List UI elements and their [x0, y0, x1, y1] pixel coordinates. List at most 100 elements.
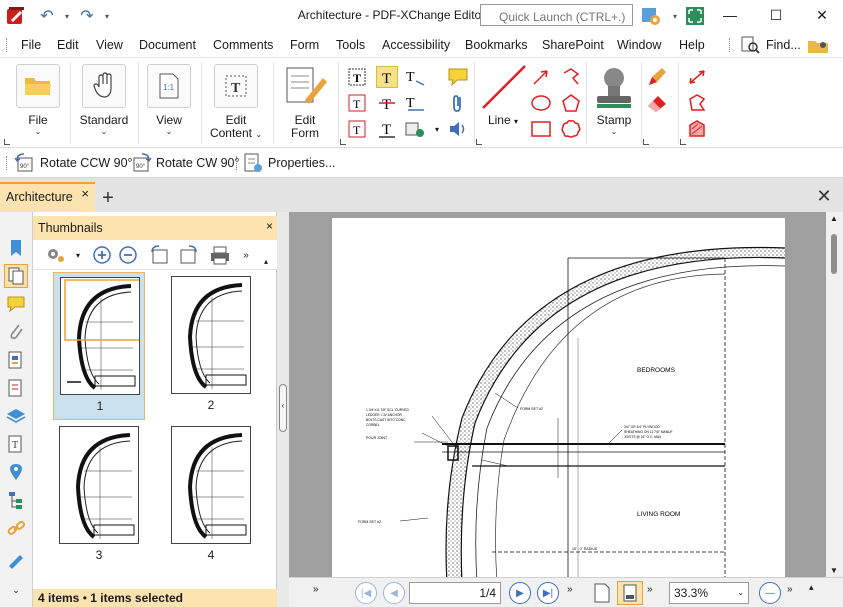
fullscreen-icon[interactable]: [684, 5, 706, 27]
rotate-ccw-button[interactable]: 90° Rotate CCW 90°: [14, 152, 133, 174]
new-tab-button[interactable]: +: [96, 186, 120, 210]
attachments-panel-icon[interactable]: [4, 320, 28, 344]
typewriter-icon[interactable]: T: [346, 66, 368, 88]
sound-icon[interactable]: [447, 118, 469, 140]
zoom-out-button[interactable]: —: [759, 582, 781, 604]
first-page-button[interactable]: |◀: [355, 582, 377, 604]
menu-window[interactable]: Window: [617, 38, 661, 52]
attachment-icon[interactable]: [447, 92, 469, 114]
options-dropdown-icon[interactable]: ▾: [664, 6, 686, 26]
thumbnails-panel-icon[interactable]: [4, 264, 28, 288]
share-folder-icon[interactable]: [806, 35, 830, 55]
undo-dropdown-icon[interactable]: ▾: [56, 6, 78, 26]
highlight-icon[interactable]: [404, 118, 426, 140]
chevron-down-icon[interactable]: ⌄: [4, 578, 28, 602]
previous-page-button[interactable]: ◀: [383, 582, 405, 604]
callout-icon[interactable]: T: [404, 66, 426, 88]
rotate-cw-button[interactable]: 90° Rotate CW 90°: [130, 152, 240, 174]
next-page-button[interactable]: ▶: [509, 582, 531, 604]
properties-panel-icon[interactable]: [4, 348, 28, 372]
text-field-icon[interactable]: T: [346, 92, 368, 114]
tab-architecture[interactable]: Architecture ×: [0, 182, 95, 212]
menu-document[interactable]: Document: [139, 38, 196, 52]
fit-page-icon[interactable]: [617, 581, 643, 605]
comments-panel-icon[interactable]: [4, 292, 28, 316]
vertical-scrollbar[interactable]: ▲ ▼: [826, 212, 843, 577]
structure-panel-icon[interactable]: [4, 488, 28, 512]
menu-form[interactable]: Form: [290, 38, 319, 52]
quick-launch-input[interactable]: [480, 4, 633, 26]
eraser-icon[interactable]: [646, 92, 668, 114]
ellipse-icon[interactable]: [530, 92, 552, 114]
group-launcher-icon[interactable]: [680, 139, 686, 145]
thumbnail-page-4[interactable]: 4: [165, 422, 257, 570]
destinations-panel-icon[interactable]: [4, 460, 28, 484]
redo-dropdown-icon[interactable]: ▾: [96, 6, 118, 26]
menu-grip[interactable]: [6, 38, 9, 52]
menu-tools[interactable]: Tools: [336, 38, 365, 52]
underline-icon[interactable]: T: [376, 118, 398, 140]
menu-sharepoint[interactable]: SharePoint: [542, 38, 604, 52]
more-options-icon[interactable]: »: [235, 244, 257, 266]
toolbar-grip[interactable]: [236, 156, 239, 170]
thumbnail-page-1[interactable]: 1: [53, 272, 145, 420]
collapse-pane-icon[interactable]: ‹: [279, 384, 287, 432]
maximize-button[interactable]: ☐: [759, 0, 793, 30]
bookmarks-panel-icon[interactable]: [4, 236, 28, 260]
close-pane-icon[interactable]: ×: [266, 219, 273, 233]
area-icon[interactable]: [686, 118, 708, 140]
find-button[interactable]: Find...: [740, 35, 801, 55]
menu-bookmarks[interactable]: Bookmarks: [465, 38, 528, 52]
find-grip[interactable]: [729, 38, 732, 52]
sticky-note-icon[interactable]: [447, 66, 469, 88]
single-page-icon[interactable]: [591, 582, 613, 604]
collapse-toolbar-icon[interactable]: ▴: [259, 254, 273, 268]
menu-help[interactable]: Help: [679, 38, 705, 52]
rotate-cw-icon[interactable]: [177, 244, 199, 266]
menu-comments[interactable]: Comments: [213, 38, 273, 52]
group-launcher-icon[interactable]: [4, 139, 10, 145]
options-gear-icon[interactable]: [640, 5, 662, 27]
replace-text-icon[interactable]: T: [404, 92, 426, 114]
zoom-out-icon[interactable]: [117, 244, 139, 266]
app-logo-icon[interactable]: [6, 6, 26, 26]
distance-icon[interactable]: [686, 66, 708, 88]
scroll-down-icon[interactable]: ▼: [830, 566, 838, 575]
polyline-icon[interactable]: [560, 66, 582, 88]
content-panel-icon[interactable]: [4, 376, 28, 400]
scroll-up-icon[interactable]: ▲: [830, 214, 838, 223]
standard-tools-button[interactable]: Standard ⌄: [78, 64, 130, 144]
redo-icon[interactable]: ↷: [76, 6, 98, 26]
close-document-button[interactable]: ✕: [811, 183, 837, 209]
text-box-icon[interactable]: T: [376, 66, 398, 88]
view-more-icon[interactable]: »: [647, 584, 653, 595]
pencil-icon[interactable]: [646, 66, 668, 88]
cloud-icon[interactable]: [560, 118, 582, 140]
tags-panel-icon[interactable]: T: [4, 432, 28, 456]
close-window-button[interactable]: ✕: [805, 0, 839, 30]
layers-panel-icon[interactable]: [4, 404, 28, 428]
menu-view[interactable]: View: [96, 38, 123, 52]
signatures-panel-icon[interactable]: [4, 548, 28, 572]
pane-splitter[interactable]: ‹: [277, 212, 289, 607]
insert-text-icon[interactable]: T: [346, 118, 368, 140]
page-number-input[interactable]: 1/4: [409, 582, 501, 604]
zoom-level-select[interactable]: 33.3% ⌄: [669, 582, 749, 604]
thumbnail-options-gear-icon[interactable]: [45, 244, 67, 266]
view-button[interactable]: 1:1 View ⌄: [145, 64, 193, 144]
menu-file[interactable]: File: [21, 38, 41, 52]
chevron-down-icon[interactable]: ▾: [426, 118, 448, 140]
scrollbar-thumb[interactable]: [831, 234, 837, 274]
thumbnail-page-3[interactable]: 3: [53, 422, 145, 570]
menu-accessibility[interactable]: Accessibility: [382, 38, 450, 52]
nav-more-icon[interactable]: »: [567, 584, 573, 595]
rotate-ccw-icon[interactable]: [149, 244, 171, 266]
arrow-icon[interactable]: [530, 66, 552, 88]
line-tool-button[interactable]: Line ▾: [478, 64, 528, 144]
undo-icon[interactable]: ↶: [36, 6, 58, 26]
strikeout-icon[interactable]: T: [376, 92, 398, 114]
group-launcher-icon[interactable]: [340, 139, 346, 145]
edit-form-button[interactable]: Edit Form: [280, 64, 330, 144]
close-tab-icon[interactable]: ×: [81, 186, 89, 201]
menu-edit[interactable]: Edit: [57, 38, 79, 52]
